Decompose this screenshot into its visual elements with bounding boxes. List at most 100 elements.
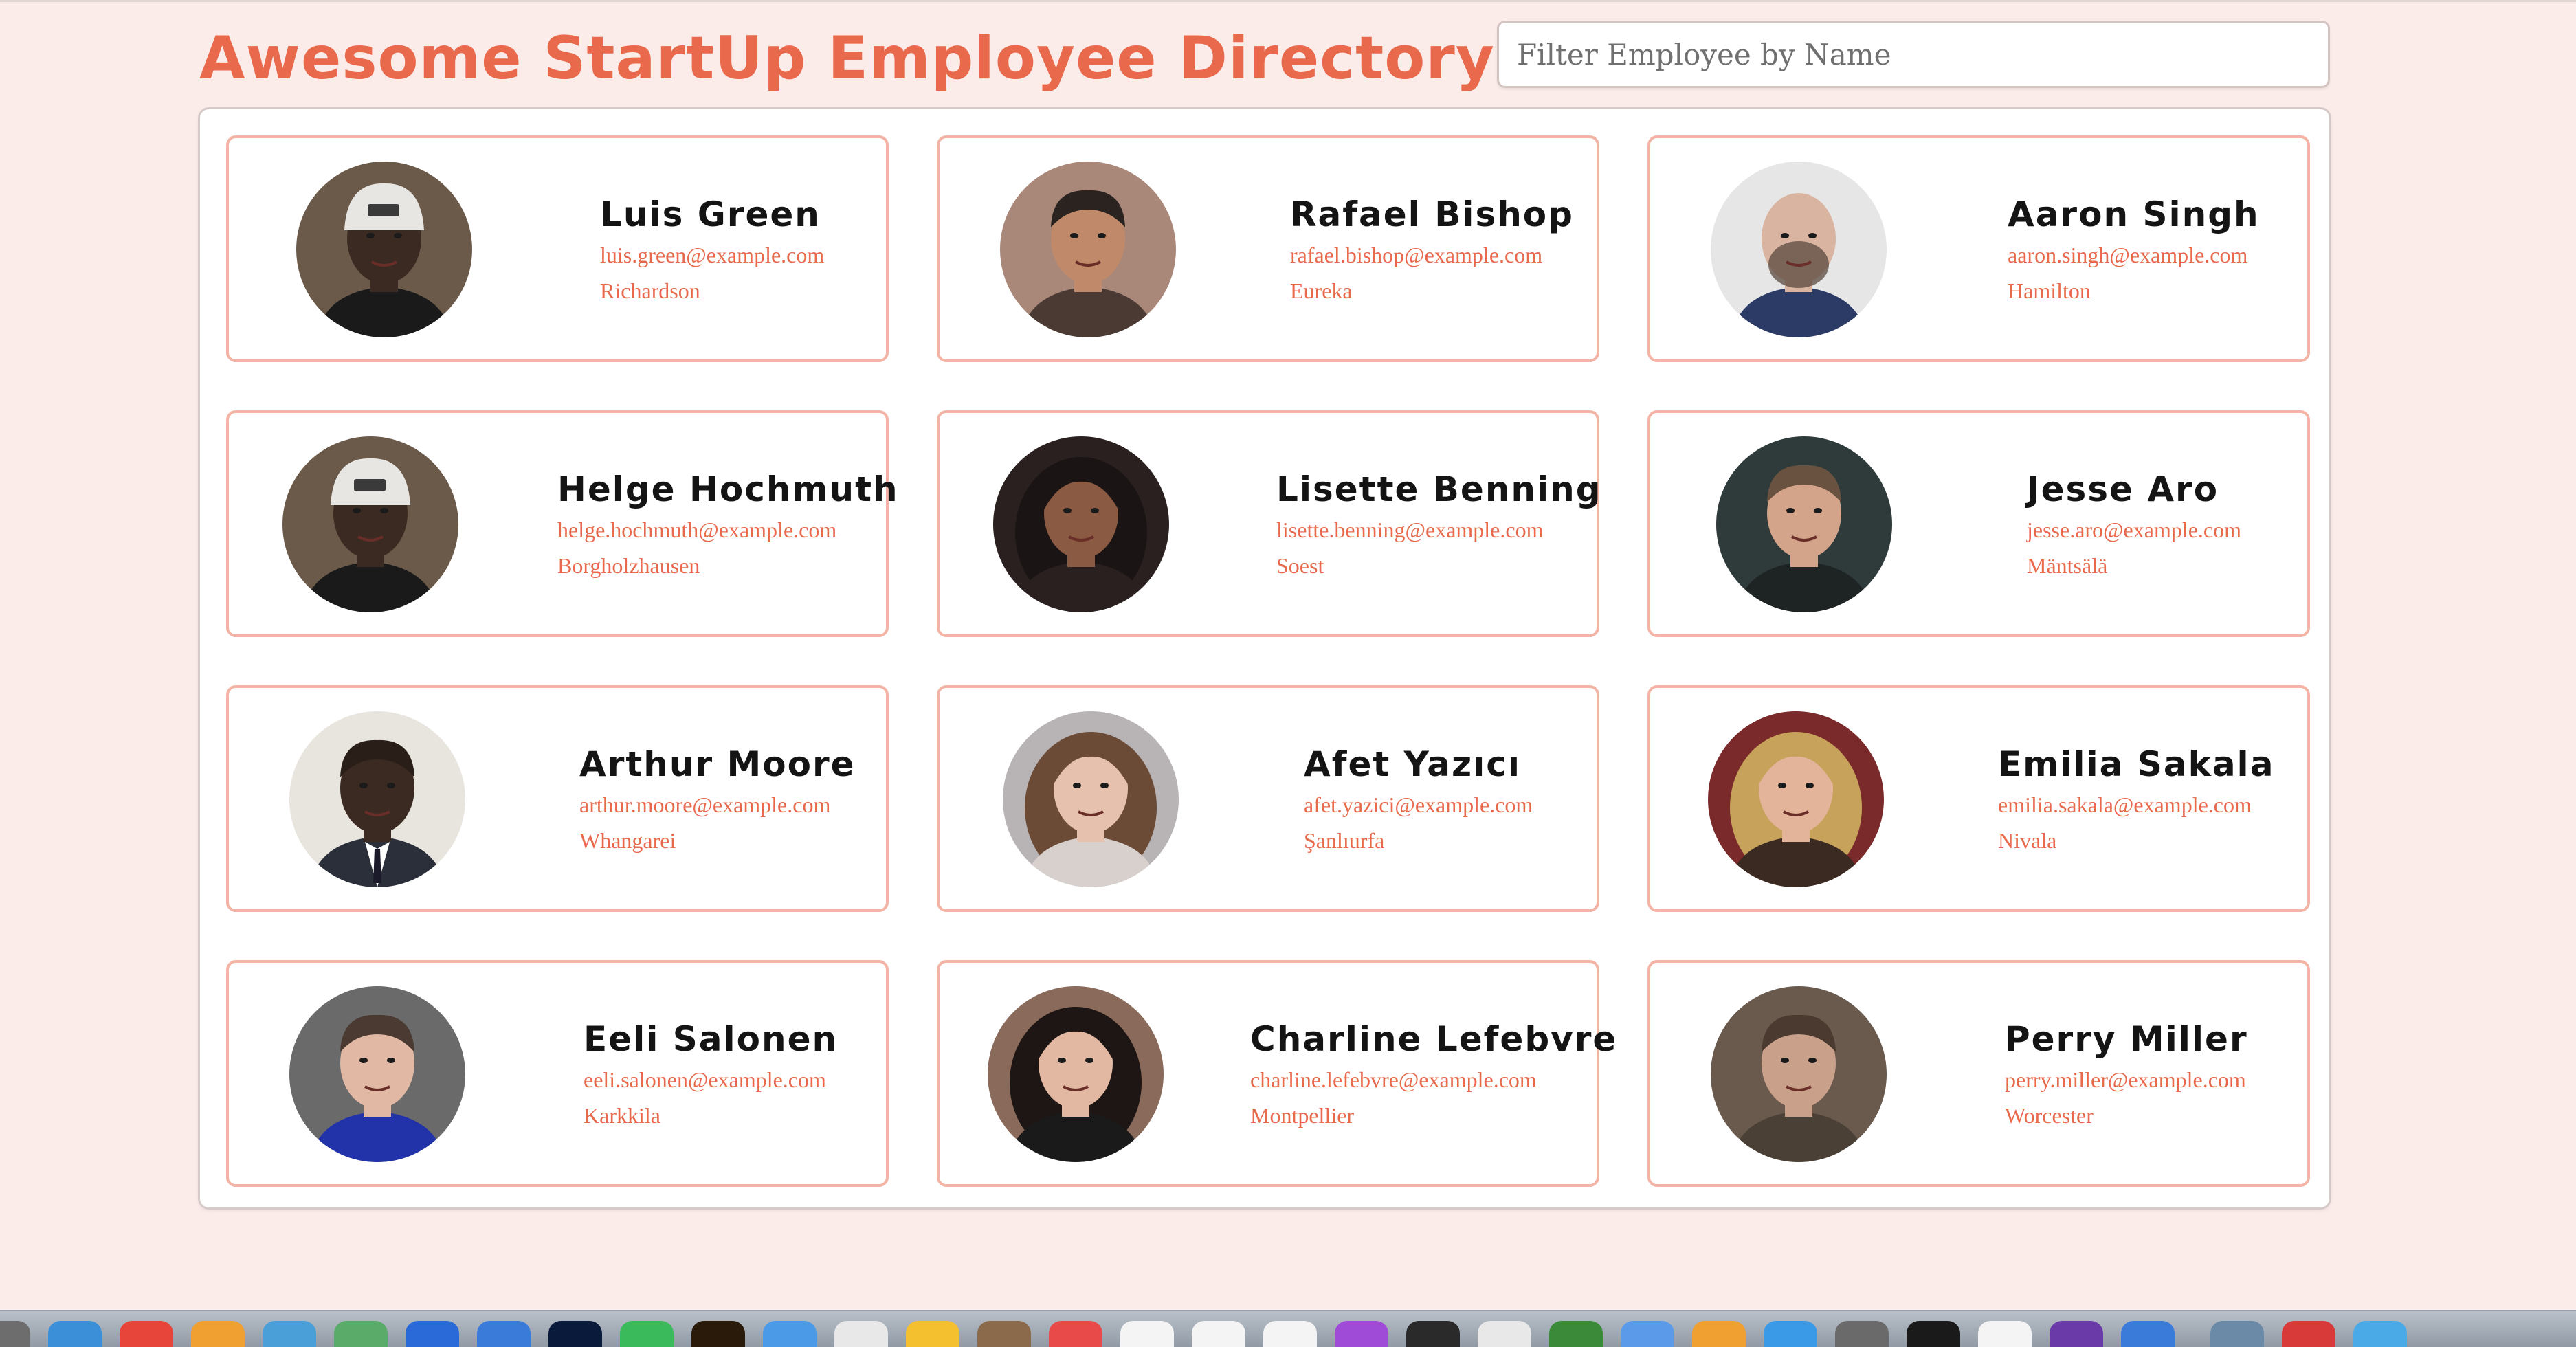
dock-app-icon[interactable] xyxy=(191,1321,245,1347)
dock-app-icon[interactable] xyxy=(691,1321,745,1347)
employee-avatar xyxy=(1711,162,1887,337)
employee-card[interactable]: Lisette Benning lisette.benning@example.… xyxy=(937,410,1601,637)
employee-email: lisette.benning@example.com xyxy=(1276,517,1544,542)
employee-avatar xyxy=(1711,986,1887,1162)
employee-avatar xyxy=(993,436,1169,612)
employee-card[interactable]: Arthur Moore arthur.moore@example.com Wh… xyxy=(226,685,889,912)
employee-name: Eeli Salonen xyxy=(584,1019,839,1059)
dock-app-icon[interactable] xyxy=(1049,1321,1102,1347)
dock-app-icon[interactable] xyxy=(1335,1321,1388,1347)
employee-name: Rafael Bishop xyxy=(1290,194,1574,234)
dock-app-icon[interactable] xyxy=(334,1321,388,1347)
employee-avatar xyxy=(1716,436,1892,612)
page: Awesome StartUp Employee Directory Luis … xyxy=(0,0,2576,1347)
employee-avatar xyxy=(1003,711,1179,887)
dock-app-icon[interactable] xyxy=(1192,1321,1245,1347)
employee-email: rafael.bishop@example.com xyxy=(1290,243,1543,267)
employee-avatar xyxy=(1708,711,1884,887)
dock-app-icon[interactable] xyxy=(548,1321,602,1347)
dock-app-icon[interactable] xyxy=(1263,1321,1317,1347)
dock-app-icon[interactable] xyxy=(906,1321,959,1347)
employee-info: Luis Green luis.green@example.com Richar… xyxy=(600,192,824,309)
employee-info: Arthur Moore arthur.moore@example.com Wh… xyxy=(579,742,856,858)
employee-name: Afet Yazıcı xyxy=(1304,744,1522,784)
dock-app-icon[interactable] xyxy=(1835,1321,1889,1347)
employee-email: luis.green@example.com xyxy=(600,243,825,267)
employee-name: Aaron Singh xyxy=(2008,194,2260,234)
dock-app-icon[interactable] xyxy=(1907,1321,1960,1347)
employee-card[interactable]: Rafael Bishop rafael.bishop@example.com … xyxy=(937,135,1599,362)
dock-app-icon[interactable] xyxy=(834,1321,888,1347)
employee-city: Hamilton xyxy=(2008,278,2091,303)
dock-app-icon[interactable] xyxy=(1406,1321,1460,1347)
employee-email: afet.yazici@example.com xyxy=(1304,792,1533,817)
employee-city: Borgholzhausen xyxy=(557,553,700,578)
employee-name: Charline Lefebvre xyxy=(1250,1019,1618,1059)
employee-city: Richardson xyxy=(600,278,700,303)
employee-email: arthur.moore@example.com xyxy=(579,792,831,817)
employee-info: Helge Hochmuth helge.hochmuth@example.co… xyxy=(557,467,899,583)
employee-avatar xyxy=(289,711,465,887)
employee-card[interactable]: Emilia Sakala emilia.sakala@example.com … xyxy=(1647,685,2310,912)
employee-name: Jesse Aro xyxy=(2027,469,2219,509)
employee-card[interactable]: Eeli Salonen eeli.salonen@example.com Ka… xyxy=(226,960,889,1187)
dock-app-icon[interactable] xyxy=(477,1321,531,1347)
dock-app-icon[interactable] xyxy=(1692,1321,1746,1347)
macos-dock xyxy=(0,1310,2576,1347)
dock-app-icon[interactable] xyxy=(1478,1321,1531,1347)
page-title: Awesome StartUp Employee Directory xyxy=(199,24,1495,93)
employee-avatar xyxy=(289,986,465,1162)
employee-email: aaron.singh@example.com xyxy=(2008,243,2248,267)
employee-city: Montpellier xyxy=(1250,1103,1355,1128)
employee-info: Afet Yazıcı afet.yazici@example.com Şanl… xyxy=(1304,742,1533,858)
dock-app-icon[interactable] xyxy=(263,1321,316,1347)
dock-app-icon[interactable] xyxy=(2121,1321,2175,1347)
dock-app-icon[interactable] xyxy=(120,1321,173,1347)
employee-email: jesse.aro@example.com xyxy=(2027,517,2242,542)
dock-app-icon[interactable] xyxy=(2050,1321,2103,1347)
employee-name: Perry Miller xyxy=(2005,1019,2248,1059)
employee-card[interactable]: Helge Hochmuth helge.hochmuth@example.co… xyxy=(226,410,898,637)
dock-app-icon[interactable] xyxy=(2282,1321,2335,1347)
dock-app-icon[interactable] xyxy=(1978,1321,2032,1347)
employee-name: Helge Hochmuth xyxy=(557,469,899,509)
dock-app-icon[interactable] xyxy=(2210,1321,2264,1347)
dock-app-icon[interactable] xyxy=(2353,1321,2407,1347)
employee-info: Perry Miller perry.miller@example.com Wo… xyxy=(2005,1016,2248,1133)
employee-city: Soest xyxy=(1276,553,1324,578)
employee-card[interactable]: Jesse Aro jesse.aro@example.com Mäntsälä xyxy=(1647,410,2310,637)
employee-name: Arthur Moore xyxy=(579,744,856,784)
dock-app-icon[interactable] xyxy=(1621,1321,1674,1347)
employee-avatar xyxy=(988,986,1164,1162)
employee-grid: Luis Green luis.green@example.com Richar… xyxy=(226,135,2310,1187)
dock-app-icon[interactable] xyxy=(1764,1321,1817,1347)
employee-email: charline.lefebvre@example.com xyxy=(1250,1067,1537,1092)
employee-city: Worcester xyxy=(2005,1103,2094,1128)
dock-app-icon[interactable] xyxy=(620,1321,674,1347)
employee-card[interactable]: Aaron Singh aaron.singh@example.com Hami… xyxy=(1647,135,2310,362)
employee-info: Jesse Aro jesse.aro@example.com Mäntsälä xyxy=(2027,467,2241,583)
dock-app-icon[interactable] xyxy=(1549,1321,1603,1347)
employee-directory: Luis Green luis.green@example.com Richar… xyxy=(198,107,2331,1210)
employee-info: Aaron Singh aaron.singh@example.com Hami… xyxy=(2008,192,2260,309)
dock-app-icon[interactable] xyxy=(48,1321,102,1347)
dock-app-icon[interactable] xyxy=(977,1321,1031,1347)
employee-email: helge.hochmuth@example.com xyxy=(557,517,837,542)
employee-avatar xyxy=(1000,162,1176,337)
dock-app-icon[interactable] xyxy=(763,1321,817,1347)
employee-avatar xyxy=(296,162,472,337)
employee-avatar xyxy=(282,436,458,612)
dock-app-icon[interactable] xyxy=(0,1321,30,1347)
employee-info: Emilia Sakala emilia.sakala@example.com … xyxy=(1998,742,2274,858)
employee-city: Eureka xyxy=(1290,278,1353,303)
employee-info: Charline Lefebvre charline.lefebvre@exam… xyxy=(1250,1016,1617,1133)
employee-card[interactable]: Charline Lefebvre charline.lefebvre@exam… xyxy=(937,960,1616,1187)
employee-card[interactable]: Perry Miller perry.miller@example.com Wo… xyxy=(1647,960,2310,1187)
window-top-edge xyxy=(0,0,2576,2)
employee-name: Emilia Sakala xyxy=(1998,744,2275,784)
employee-card[interactable]: Luis Green luis.green@example.com Richar… xyxy=(226,135,889,362)
dock-app-icon[interactable] xyxy=(1120,1321,1174,1347)
employee-card[interactable]: Afet Yazıcı afet.yazici@example.com Şanl… xyxy=(937,685,1599,912)
dock-app-icon[interactable] xyxy=(406,1321,459,1347)
filter-employee-input[interactable] xyxy=(1497,21,2330,88)
